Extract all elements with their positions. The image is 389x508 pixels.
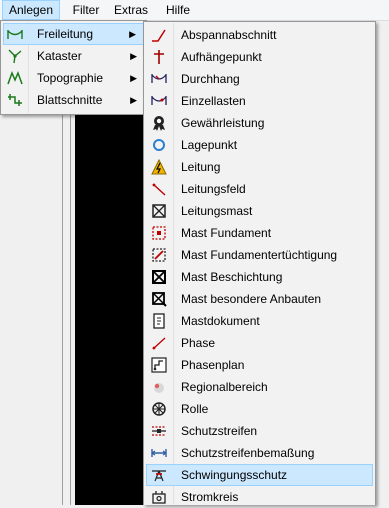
freileitung-submenu: Abspannabschnitt Aufhängepunkt Durchhang…: [143, 21, 376, 505]
menu-item-schwingungsschutz[interactable]: Schwingungsschutz: [146, 464, 373, 486]
submenu-arrow-icon: ▶: [130, 95, 137, 105]
menu-item-label: Freileitung: [37, 27, 94, 41]
menu-item-label: Schutzstreifenbemaßung: [181, 446, 315, 460]
mast-fundamentertuechtigung-icon: [151, 247, 167, 263]
menu-item-leitung[interactable]: Leitung: [146, 156, 373, 178]
menu-item-topographie[interactable]: Topographie ▶: [3, 67, 144, 89]
schwingungsschutz-icon: [151, 467, 167, 483]
rolle-icon: [151, 401, 167, 417]
durchhang-icon: [151, 71, 167, 87]
menu-item-label: Phase: [181, 336, 216, 350]
panel-divider: [70, 110, 71, 505]
menu-item-mast-fundament[interactable]: Mast Fundament: [146, 222, 373, 244]
menu-item-label: Topographie: [37, 71, 104, 85]
menu-item-label: Aufhängepunkt: [181, 50, 262, 64]
menu-item-label: Leitung: [181, 160, 221, 174]
kataster-icon: [7, 48, 23, 64]
menu-item-label: Mast Fundamentertüchtigung: [181, 248, 338, 262]
abspannabschnitt-icon: [151, 27, 167, 43]
schutzstreifen-icon: [151, 423, 167, 439]
menu-item-label: Schwingungsschutz: [181, 468, 288, 482]
menu-hilfe[interactable]: Hilfe: [160, 0, 196, 20]
menu-item-label: Lagepunkt: [181, 138, 238, 152]
menu-item-freileitung[interactable]: Freileitung ▶: [3, 23, 144, 45]
menu-item-gewaehrleistung[interactable]: Gewährleistung: [146, 112, 373, 134]
leitungsmast-icon: [151, 203, 167, 219]
submenu-arrow-icon: ▶: [130, 51, 137, 61]
stromkreis-icon: [151, 489, 167, 505]
menu-item-abspannabschnitt[interactable]: Abspannabschnitt: [146, 24, 373, 46]
menu-item-label: Durchhang: [181, 72, 240, 86]
menu-item-kataster[interactable]: Kataster ▶: [3, 45, 144, 67]
menu-item-label: Schutzstreifen: [181, 424, 258, 438]
menu-item-einzellasten[interactable]: Einzellasten: [146, 90, 373, 112]
menu-item-label: Rolle: [181, 402, 209, 416]
menu-item-leitungsfeld[interactable]: Leitungsfeld: [146, 178, 373, 200]
mast-fundament-icon: [151, 225, 167, 241]
menu-item-label: Leitungsmast: [181, 204, 253, 218]
menu-item-mastdokument[interactable]: Mastdokument: [146, 310, 373, 332]
menu-item-leitungsmast[interactable]: Leitungsmast: [146, 200, 373, 222]
aufhaengepunkt-icon: [151, 49, 167, 65]
menu-item-rolle[interactable]: Rolle: [146, 398, 373, 420]
menu-item-mast-beschichtung[interactable]: Mast Beschichtung: [146, 266, 373, 288]
menu-item-blattschnitte[interactable]: Blattschnitte ▶: [3, 89, 144, 111]
lagepunkt-icon: [151, 137, 167, 153]
menu-item-schutzstreifen[interactable]: Schutzstreifen: [146, 420, 373, 442]
menu-item-label: Phasenplan: [181, 358, 245, 372]
menu-item-label: Gewährleistung: [181, 116, 265, 130]
freileitung-icon: [7, 26, 23, 42]
menu-item-mast-besondere-anbauten[interactable]: Mast besondere Anbauten: [146, 288, 373, 310]
leitungsfeld-icon: [151, 181, 167, 197]
gewaehrleistung-icon: [151, 115, 167, 131]
schutzstreifenbemassung-icon: [151, 445, 167, 461]
mast-besondere-anbauten-icon: [151, 291, 167, 307]
menu-item-mast-fundamentertuechtigung[interactable]: Mast Fundamentertüchtigung: [146, 244, 373, 266]
menu-item-label: Mast besondere Anbauten: [181, 292, 322, 306]
menu-item-lagepunkt[interactable]: Lagepunkt: [146, 134, 373, 156]
topographie-icon: [7, 70, 23, 86]
menu-anlegen[interactable]: Anlegen: [2, 0, 60, 20]
menu-item-label: Mast Fundament: [181, 226, 272, 240]
menu-item-durchhang[interactable]: Durchhang: [146, 68, 373, 90]
submenu-arrow-icon: ▶: [130, 73, 137, 83]
phase-icon: [151, 335, 167, 351]
menu-item-phasenplan[interactable]: Phasenplan: [146, 354, 373, 376]
menu-item-schutzstreifenbemassung[interactable]: Schutzstreifenbemaßung: [146, 442, 373, 464]
mastdokument-icon: [151, 313, 167, 329]
blattschnitte-icon: [7, 92, 23, 108]
menu-item-label: Regionalbereich: [181, 380, 268, 394]
menu-item-label: Abspannabschnitt: [181, 28, 277, 42]
menu-item-label: Mastdokument: [181, 314, 260, 328]
leitung-icon: [151, 159, 167, 175]
menu-item-label: Blattschnitte: [37, 93, 103, 107]
menu-item-label: Einzellasten: [181, 94, 246, 108]
menu-bar: Anlegen Filter Extras Hilfe: [0, 0, 389, 21]
phasenplan-icon: [151, 357, 167, 373]
menu-item-phase[interactable]: Phase: [146, 332, 373, 354]
mast-beschichtung-icon: [151, 269, 167, 285]
menu-extras[interactable]: Extras: [110, 0, 152, 20]
menu-item-label: Leitungsfeld: [181, 182, 246, 196]
menu-item-aufhaengepunkt[interactable]: Aufhängepunkt: [146, 46, 373, 68]
anlegen-menu: Freileitung ▶ Kataster ▶ Topographie ▶ B…: [0, 20, 147, 115]
submenu-arrow-icon: ▶: [129, 29, 136, 39]
einzellasten-icon: [151, 93, 167, 109]
menu-item-label: Mast Beschichtung: [181, 270, 283, 284]
menu-item-regionalbereich[interactable]: Regionalbereich: [146, 376, 373, 398]
menu-filter[interactable]: Filter: [66, 0, 106, 20]
regionalbereich-icon: [151, 379, 167, 395]
panel-divider: [62, 110, 63, 505]
menu-item-label: Kataster: [37, 49, 82, 63]
